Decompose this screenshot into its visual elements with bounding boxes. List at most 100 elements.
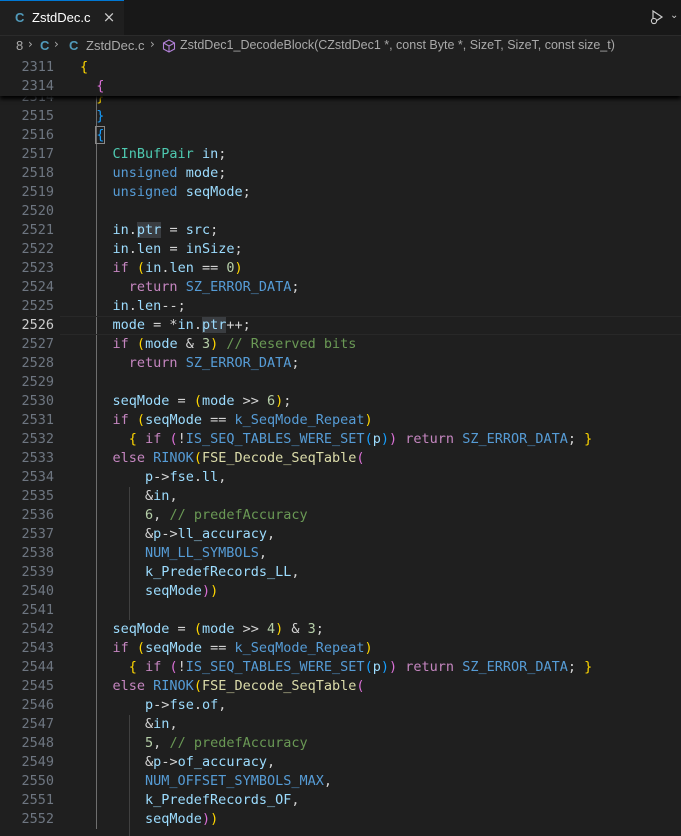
code-token: k_SeqMode_Repeat [234,640,365,656]
code-text: } [80,107,104,126]
code-text: else RINOK(FSE_Decode_SeqTable( [80,677,365,696]
code-line[interactable]: 2531 if (seqMode == k_SeqMode_Repeat) [0,411,681,430]
code-editor[interactable]: 2314 } 2515 } 2516 {2517 CInBufPair in; 251… [0,58,681,836]
code-line[interactable]: 2522 in.len = inSize; [0,240,681,259]
code-line[interactable]: 2533 else RINOK(FSE_Decode_SeqTable( [0,449,681,468]
code-line[interactable]: 2311 { [0,58,681,77]
line-number: 2516 [21,127,54,143]
code-line[interactable]: 2545 else RINOK(FSE_Decode_SeqTable( [0,677,681,696]
code-line[interactable]: 2314 { [0,77,681,96]
code-token: SZ_ERROR_DATA [462,431,568,447]
code-line[interactable]: 2537 &p->ll_accuracy, [0,525,681,544]
tab-zstddec-c[interactable]: C ZstdDec.c × [0,0,124,35]
code-line[interactable]: 2526 mode = *in.ptr++; [0,316,681,335]
code-token: if [112,412,129,428]
code-line[interactable]: 2516 { [0,126,681,145]
code-token: ! [177,659,186,675]
code-token: ( [136,412,146,428]
code-token: p [145,697,154,713]
breadcrumb-folder[interactable]: 8 [16,38,23,53]
code-line[interactable]: 2528 return SZ_ERROR_DATA; [0,354,681,373]
code-line[interactable]: 2548 5, // predefAccuracy [0,734,681,753]
code-text: if (mode & 3) // Reserved bits [80,335,357,354]
code-line[interactable]: 2541 [0,601,681,620]
code-token: = [169,621,194,637]
method-cube-icon [162,39,176,53]
sticky-scroll[interactable]: 2311 {2314 { [0,58,681,96]
code-token: ) [210,583,219,599]
line-number: 2517 [21,146,54,162]
code-line[interactable]: 2520 [0,202,681,221]
code-line[interactable]: 2540 seqMode)) [0,582,681,601]
code-line[interactable]: 2527 if (mode & 3) // Reserved bits [0,335,681,354]
breadcrumb: 8 › C › C ZstdDec.c › ZstdDec1_DecodeBlo… [0,36,681,58]
code-line[interactable]: 2544 { if (!IS_SEQ_TABLES_WERE_SET(p)) r… [0,658,681,677]
code-line[interactable]: 2542 seqMode = (mode >> 4) & 3; [0,620,681,639]
code-token: if [145,659,162,675]
code-token: unsigned [112,184,178,200]
code-text: if (seqMode == k_SeqMode_Repeat) [80,411,373,430]
code-line[interactable]: 2518 unsigned mode; [0,164,681,183]
code-token: { [96,78,105,94]
code-text: NUM_OFFSET_SYMBOLS_MAX, [80,772,332,791]
code-text: in.len = inSize; [80,240,243,259]
code-line[interactable]: 2519 unsigned seqMode; [0,183,681,202]
code-line[interactable]: 2552 seqMode)) [0,810,681,829]
run-debug-icon[interactable] [649,9,665,25]
code-token: p [372,659,381,675]
code-line[interactable]: 2547 &in, [0,715,681,734]
code-token: { [128,431,137,447]
code-line[interactable]: 2550 NUM_OFFSET_SYMBOLS_MAX, [0,772,681,791]
code-token: , [218,469,227,485]
code-token: // predefAccuracy [169,735,308,751]
code-line[interactable]: 2538 NUM_LL_SYMBOLS, [0,544,681,563]
code-line[interactable]: 2546 p->fse.of, [0,696,681,715]
code-text: in.len--; [80,297,186,316]
code-token: ; [283,393,292,409]
code-token: p [372,431,381,447]
code-line[interactable]: 2551 k_PredefRecords_OF, [0,791,681,810]
code-line[interactable]: 2523 if (in.len == 0) [0,259,681,278]
code-line[interactable]: 2543 if (seqMode == k_SeqMode_Repeat) [0,639,681,658]
code-line[interactable]: 2524 return SZ_ERROR_DATA; [0,278,681,297]
code-token: SZ_ERROR_DATA [462,659,568,675]
code-line[interactable]: 2530 seqMode = (mode >> 6); [0,392,681,411]
code-line[interactable]: 2539 k_PredefRecords_LL, [0,563,681,582]
breadcrumb-folder-c[interactable]: C [40,38,49,53]
close-icon[interactable]: × [100,8,118,26]
line-number: 2549 [21,754,54,770]
chevron-down-icon[interactable]: ⌄ [670,10,678,21]
code-text: CInBufPair in; [80,145,227,164]
code-line[interactable]: 2525 in.len--; [0,297,681,316]
code-line[interactable]: 2534 p->fse.ll, [0,468,681,487]
code-line[interactable]: 2521 in.ptr = src; [0,221,681,240]
line-number: 2521 [21,222,54,238]
code-line[interactable]: 2517 CInBufPair in; [0,145,681,164]
line-number: 2550 [21,773,54,789]
code-line[interactable]: 2535 &in, [0,487,681,506]
code-token: ++; [226,317,251,333]
breadcrumb-file[interactable]: ZstdDec.c [86,38,145,53]
code-token: mode [185,165,219,181]
line-number: 2545 [21,678,54,694]
code-text: return SZ_ERROR_DATA; [80,354,300,373]
code-line[interactable]: 2515 } [0,107,681,126]
code-line[interactable]: 2549 &p->of_accuracy, [0,753,681,772]
code-line[interactable]: 2536 6, // predefAccuracy [0,506,681,525]
code-token: -> [161,754,178,770]
code-token: in [112,298,129,314]
code-line[interactable]: 2532 { if (!IS_SEQ_TABLES_WERE_SET(p)) r… [0,430,681,449]
code-token: 6 [266,393,276,409]
code-token: & [145,488,154,504]
code-line[interactable]: 2529 [0,373,681,392]
breadcrumb-symbol[interactable]: ZstdDec1_DecodeBlock(CZstdDec1 *, const … [180,38,615,52]
